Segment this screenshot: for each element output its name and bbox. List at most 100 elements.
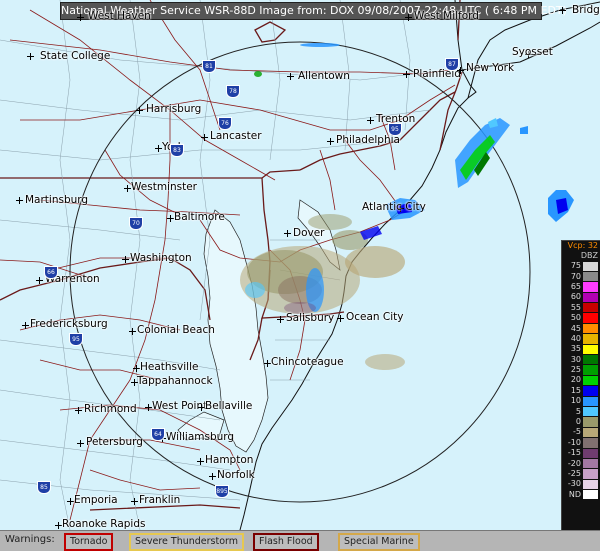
warning-tornado-button[interactable]: Tornado [64,533,114,551]
city-marker-salisbury [277,316,284,323]
city-marker-lancaster [201,134,208,141]
legend-row: 20 [562,375,600,386]
legend-row: ND [562,490,600,500]
city-label-fredericksburg: Fredericksburg [30,318,108,330]
legend-swatch [583,406,598,417]
legend-value: 0 [575,417,581,427]
city-label-martinsburg: Martinsburg [25,194,89,206]
legend-row: 60 [562,292,600,303]
city-label-washington: Washington [130,252,192,264]
legend-swatch [583,303,598,313]
legend-swatch [583,458,598,469]
legend-value: 15 [570,385,581,395]
city-label-colonial-beach: Colonial Beach [137,324,215,336]
legend-row: 15 [562,386,600,396]
legend-value: 75 [570,261,581,271]
city-label-salisbury: Salisbury [286,312,335,324]
city-label-roanoke-rapids: Roanoke Rapids [62,518,146,530]
city-label-chincoteague: Chincoteague [271,356,344,368]
city-label-new-york: New York [466,62,515,74]
legend-value: 5 [575,406,581,416]
legend-value: 40 [570,333,581,343]
legend-value: 20 [570,375,581,385]
legend-row: 65 [562,282,600,292]
city-label-west-haven: West Haven [88,10,151,22]
city-marker-baltimore [167,215,174,222]
legend-row: 50 [562,313,600,323]
legend-row: 5 [562,406,600,417]
highway-shield-i64: 64 [151,428,165,441]
legend-value: -10 [567,437,581,447]
legend-swatch [583,490,598,500]
legend-swatch [583,448,598,458]
legend-value: 25 [570,365,581,375]
highway-shield-i95-va: 95 [69,333,83,346]
city-label-west-milford: West Milford [414,10,479,22]
city-label-tappahannock: Tappahannock [137,375,213,387]
city-marker-dover [284,230,291,237]
legend-value: 10 [570,396,581,406]
legend-row: -10 [562,438,600,448]
city-marker-philadelphia [327,138,334,145]
city-label-atlantic-city: Atlantic City [362,201,426,213]
city-label-westminster: Westminster [131,181,197,193]
legend-swatch [583,313,598,323]
city-marker-petersburg [77,440,84,447]
legend-value: -15 [567,448,581,458]
city-marker-west-haven [77,14,84,21]
city-marker-washington [122,256,129,263]
city-label-baltimore: Baltimore [174,211,225,223]
city-marker-hampton [197,458,204,465]
city-marker-state-college [27,53,34,60]
city-marker-roanoke-rapids [55,522,62,529]
highway-shield-i76: 76 [218,117,232,130]
legend-row: 75 [562,261,600,271]
city-marker-harrisburg [136,107,143,114]
legend-row: 25 [562,365,600,375]
highway-shield-i78: 78 [226,85,240,98]
city-label-lancaster: Lancaster [210,130,262,142]
legend-row: 55 [562,303,600,313]
city-label-syosset: Syosset [512,46,553,58]
legend-rows: 75 70 65 60 55 50 45 40 35 30 25 20 15 10 5 0 -5 -10 -15 -2… [562,261,600,500]
legend-swatch [583,323,598,334]
city-label-bridgeport: Bridgeport [572,4,600,16]
legend-swatch [583,427,598,438]
legend-row: 45 [562,323,600,334]
legend-value: ND [568,489,581,499]
city-marker-warrenton [36,277,43,284]
legend-row: -30 [562,479,600,490]
legend-swatch [583,271,598,282]
legend-swatch [583,417,598,427]
highway-shield-i895: 895 [215,485,229,498]
city-marker-norfolk [209,473,216,480]
legend-value: 60 [570,292,581,302]
legend-row: -5 [562,427,600,438]
city-label-bellaville: Bellaville [205,400,253,412]
warning-severe-thunderstorm-button[interactable]: Severe Thunderstorm [129,533,245,551]
city-marker-west-point [145,404,152,411]
city-marker-west-milford [405,14,412,21]
city-marker-ocean-city [337,315,344,322]
legend-value: 30 [570,354,581,364]
city-label-hampton: Hampton [205,454,254,466]
city-label-dover: Dover [293,227,325,239]
legend-swatch [583,261,598,271]
highway-shield-i87: 87 [445,58,459,71]
legend-row: 0 [562,417,600,427]
highway-shield-i66: 66 [44,266,58,279]
city-marker-plainfield [403,71,410,78]
legend-value: 70 [570,271,581,281]
city-marker-franklin [131,498,138,505]
city-marker-chincoteague [264,360,271,367]
city-marker-trenton [367,117,374,124]
city-marker-richmond [75,407,82,414]
warnings-label: Warnings: [5,534,55,545]
city-label-petersburg: Petersburg [86,436,143,448]
warning-flash-flood-button[interactable]: Flash Flood [253,533,319,551]
highway-shield-i83: 83 [170,144,184,157]
legend-swatch [583,292,598,303]
legend-value: 50 [570,313,581,323]
warning-special-marine-button[interactable]: Special Marine [338,533,420,551]
city-marker-bridgeport [559,7,566,14]
